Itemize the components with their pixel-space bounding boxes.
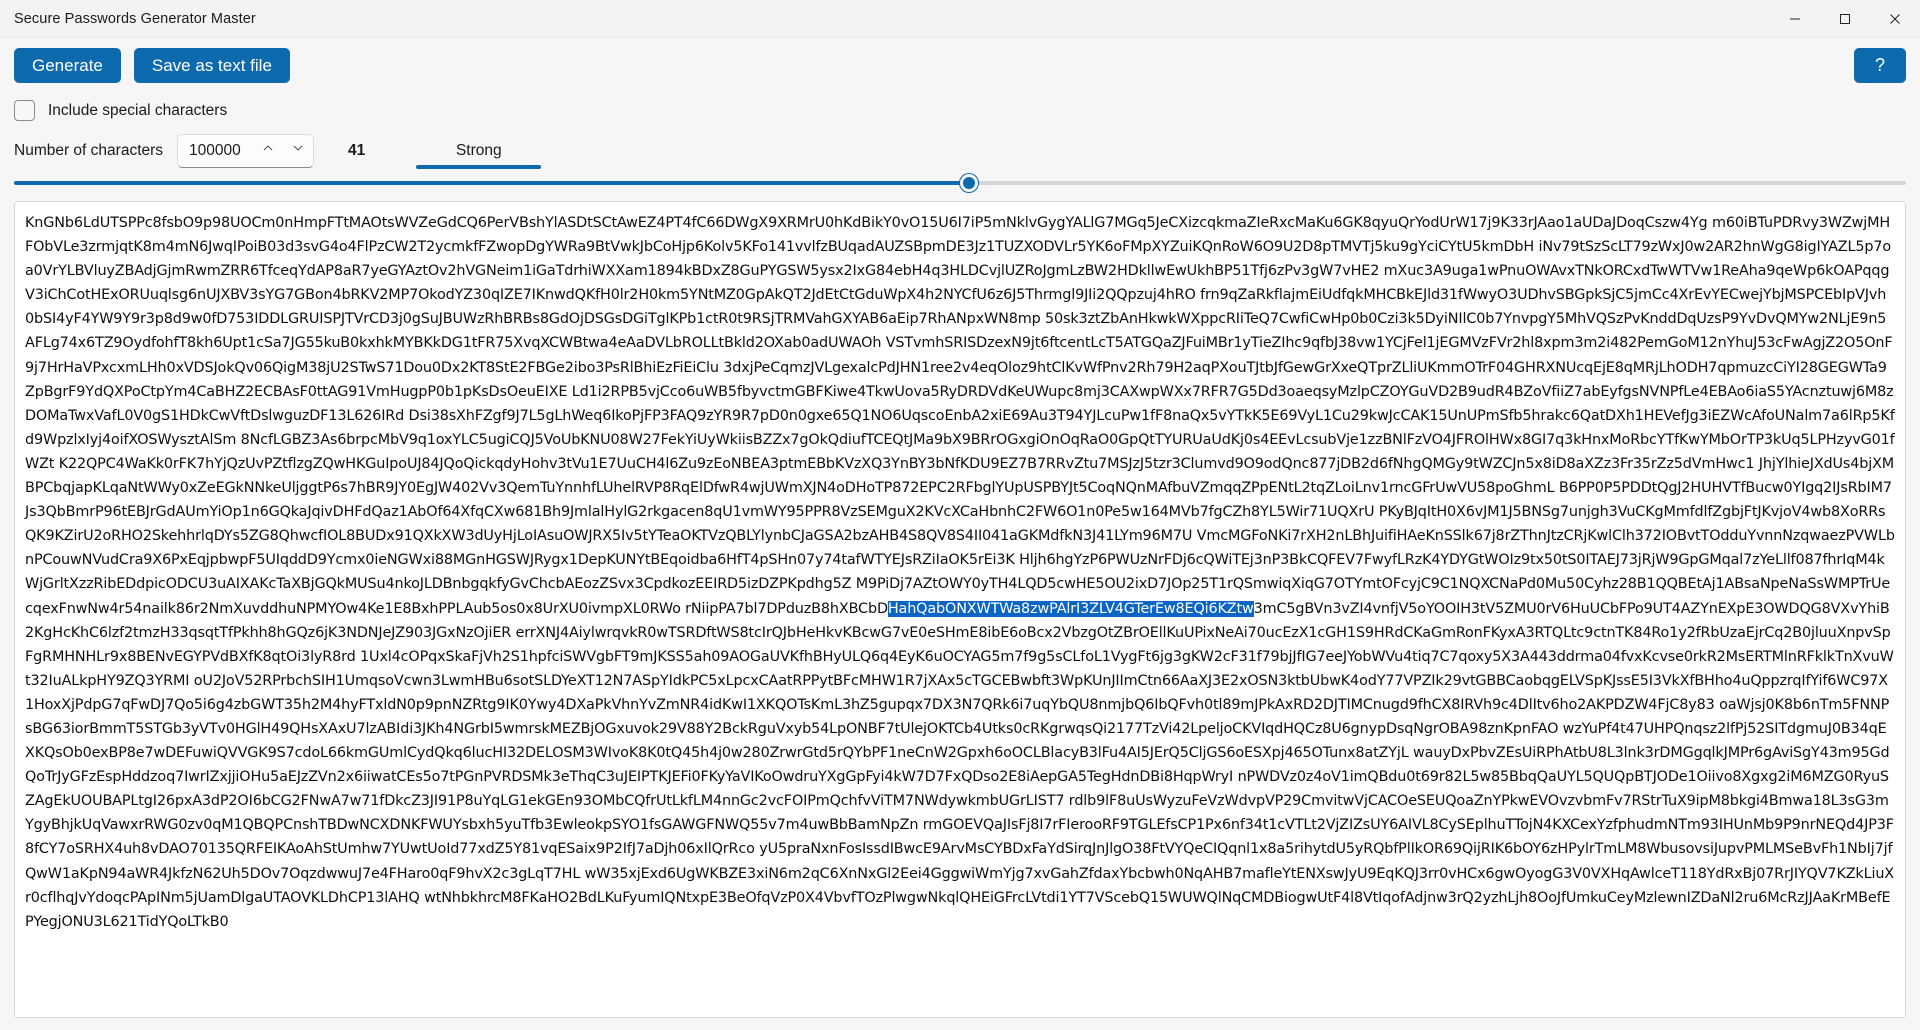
strength-label: Strong [455, 141, 502, 159]
password-output-textarea[interactable]: KnGNb6LdUTSPPc8fsbO9p98UOCm0nHmpFTtMAOts… [15, 202, 1905, 1017]
app-window: Secure Passwords Generator Master Genera… [0, 0, 1920, 1030]
include-special-characters-checkbox[interactable] [14, 100, 35, 121]
number-of-characters-input[interactable]: 100000 [178, 142, 253, 160]
close-icon [1889, 13, 1901, 25]
chevron-down-icon [291, 141, 305, 160]
window-controls [1770, 0, 1920, 38]
password-text-selection[interactable]: HahQabONXWTWa8zwPAlrI3ZLV4GTerEw8EQi6KZt… [887, 600, 1254, 617]
length-slider-fill [14, 181, 970, 185]
close-button[interactable] [1870, 0, 1920, 38]
generate-button[interactable]: Generate [14, 48, 121, 83]
length-slider-row [0, 161, 1920, 192]
window-title: Secure Passwords Generator Master [14, 10, 256, 27]
strength-score: 41 [348, 141, 366, 159]
minimize-button[interactable] [1770, 0, 1820, 38]
include-special-characters-row: Include special characters [0, 83, 1920, 121]
length-slider-track[interactable] [14, 174, 1906, 192]
title-bar: Secure Passwords Generator Master [0, 0, 1920, 38]
password-output-container[interactable]: KnGNb6LdUTSPPc8fsbO9p98UOCm0nHmpFTtMAOts… [14, 201, 1906, 1018]
password-text-before-selection: KnGNb6LdUTSPPc8fsbO9p98UOCm0nHmpFTtMAOts… [25, 215, 1895, 617]
help-button[interactable]: ? [1854, 48, 1906, 83]
password-text-after-selection: 3mC5gBVn3vZI4vnfjV5oYOOIH3tV5ZMU0rV6HuUC… [25, 600, 1895, 930]
number-of-characters-label: Number of characters [14, 141, 164, 159]
toolbar: Generate Save as text file ? [0, 38, 1920, 83]
maximize-button[interactable] [1820, 0, 1870, 38]
length-settings-row: Number of characters 100000 41 Strong [0, 121, 1920, 169]
maximize-icon [1839, 13, 1851, 25]
minimize-icon [1789, 13, 1801, 25]
chevron-up-icon [261, 141, 275, 160]
include-special-characters-label: Include special characters [48, 101, 228, 119]
length-slider-thumb[interactable] [960, 174, 979, 192]
save-as-text-file-button[interactable]: Save as text file [133, 48, 290, 83]
strength-indicator: Strong [416, 141, 542, 169]
